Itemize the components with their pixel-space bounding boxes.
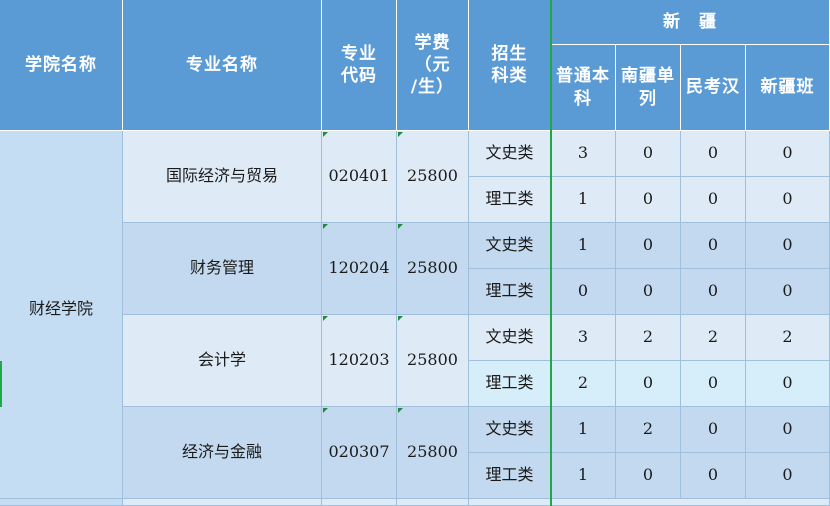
number-as-text-indicator <box>398 132 403 137</box>
number-as-text-indicator <box>323 224 328 229</box>
number-as-text-indicator <box>323 316 328 321</box>
quota-cell[interactable]: 3 <box>551 131 616 177</box>
category-cell[interactable]: 理工类 <box>469 269 551 315</box>
quota-cell[interactable]: 0 <box>551 269 616 315</box>
college-name-cell[interactable]: 财经学院 <box>0 131 123 499</box>
next-row-major[interactable] <box>123 499 322 506</box>
next-row-fee[interactable] <box>397 499 469 506</box>
next-row-code[interactable] <box>322 499 397 506</box>
major-code-cell[interactable]: 120203 <box>322 315 397 407</box>
quota-cell[interactable]: 0 <box>616 177 681 223</box>
major-code-cell[interactable]: 020401 <box>322 131 397 223</box>
major-name-cell[interactable]: 国际经济与贸易 <box>123 131 322 223</box>
quota-cell[interactable]: 0 <box>616 131 681 177</box>
quota-cell[interactable]: 2 <box>746 315 830 361</box>
tuition-fee-cell[interactable]: 25800 <box>397 407 469 499</box>
header-sub-1[interactable]: 南疆单 列 <box>616 45 681 131</box>
quota-cell[interactable]: 0 <box>746 177 830 223</box>
category-cell[interactable]: 理工类 <box>469 177 551 223</box>
quota-cell[interactable]: 2 <box>616 407 681 453</box>
quota-cell[interactable]: 2 <box>681 315 746 361</box>
number-as-text-indicator <box>398 408 403 413</box>
next-row-rest[interactable] <box>469 499 830 506</box>
header-sub-0[interactable]: 普通本 科 <box>551 45 616 131</box>
quota-cell[interactable]: 0 <box>746 453 830 499</box>
header-xinjiang[interactable]: 新 疆 <box>551 0 830 45</box>
major-name-cell[interactable]: 会计学 <box>123 315 322 407</box>
header-college-name[interactable]: 学院名称 <box>0 0 123 131</box>
quota-cell[interactable]: 0 <box>681 407 746 453</box>
quota-cell[interactable]: 1 <box>551 407 616 453</box>
header-category[interactable]: 招生 科类 <box>469 0 551 131</box>
category-cell[interactable]: 理工类 <box>469 453 551 499</box>
tuition-fee-cell[interactable]: 25800 <box>397 223 469 315</box>
quota-cell[interactable]: 0 <box>681 223 746 269</box>
quota-cell[interactable]: 2 <box>616 315 681 361</box>
category-cell[interactable]: 理工类 <box>469 361 551 407</box>
quota-cell[interactable]: 1 <box>551 177 616 223</box>
header-major-name[interactable]: 专业名称 <box>123 0 322 131</box>
tuition-fee-cell[interactable]: 25800 <box>397 315 469 407</box>
quota-cell[interactable]: 2 <box>551 361 616 407</box>
quota-cell[interactable]: 0 <box>616 223 681 269</box>
header-sub-2[interactable]: 民考汉 <box>681 45 746 131</box>
quota-cell[interactable]: 0 <box>746 407 830 453</box>
quota-cell[interactable]: 0 <box>746 361 830 407</box>
quota-cell[interactable]: 0 <box>746 223 830 269</box>
number-as-text-indicator <box>398 224 403 229</box>
header-tuition-fee[interactable]: 学费 （元 /生） <box>397 0 469 131</box>
quota-cell[interactable]: 0 <box>746 131 830 177</box>
quota-cell[interactable]: 1 <box>551 223 616 269</box>
quota-cell[interactable]: 0 <box>681 453 746 499</box>
quota-cell[interactable]: 0 <box>616 269 681 315</box>
quota-cell[interactable]: 0 <box>681 361 746 407</box>
header-sub-3[interactable]: 新疆班 <box>746 45 830 131</box>
major-code-cell[interactable]: 020307 <box>322 407 397 499</box>
quota-cell[interactable]: 0 <box>616 361 681 407</box>
row-selection-marker <box>0 361 2 407</box>
category-cell[interactable]: 文史类 <box>469 315 551 361</box>
next-row-college[interactable] <box>0 499 123 506</box>
category-cell[interactable]: 文史类 <box>469 131 551 177</box>
quota-cell[interactable]: 0 <box>681 269 746 315</box>
quota-cell[interactable]: 0 <box>746 269 830 315</box>
freeze-pane-divider <box>550 0 552 506</box>
quota-cell[interactable]: 0 <box>616 453 681 499</box>
major-name-cell[interactable]: 财务管理 <box>123 223 322 315</box>
quota-cell[interactable]: 0 <box>681 177 746 223</box>
major-code-cell[interactable]: 120204 <box>322 223 397 315</box>
major-name-cell[interactable]: 经济与金融 <box>123 407 322 499</box>
quota-cell[interactable]: 3 <box>551 315 616 361</box>
number-as-text-indicator <box>398 316 403 321</box>
header-major-code[interactable]: 专业 代码 <box>322 0 397 131</box>
tuition-fee-cell[interactable]: 25800 <box>397 131 469 223</box>
number-as-text-indicator <box>323 408 328 413</box>
number-as-text-indicator <box>323 132 328 137</box>
category-cell[interactable]: 文史类 <box>469 407 551 453</box>
quota-cell[interactable]: 0 <box>681 131 746 177</box>
category-cell[interactable]: 文史类 <box>469 223 551 269</box>
quota-cell[interactable]: 1 <box>551 453 616 499</box>
